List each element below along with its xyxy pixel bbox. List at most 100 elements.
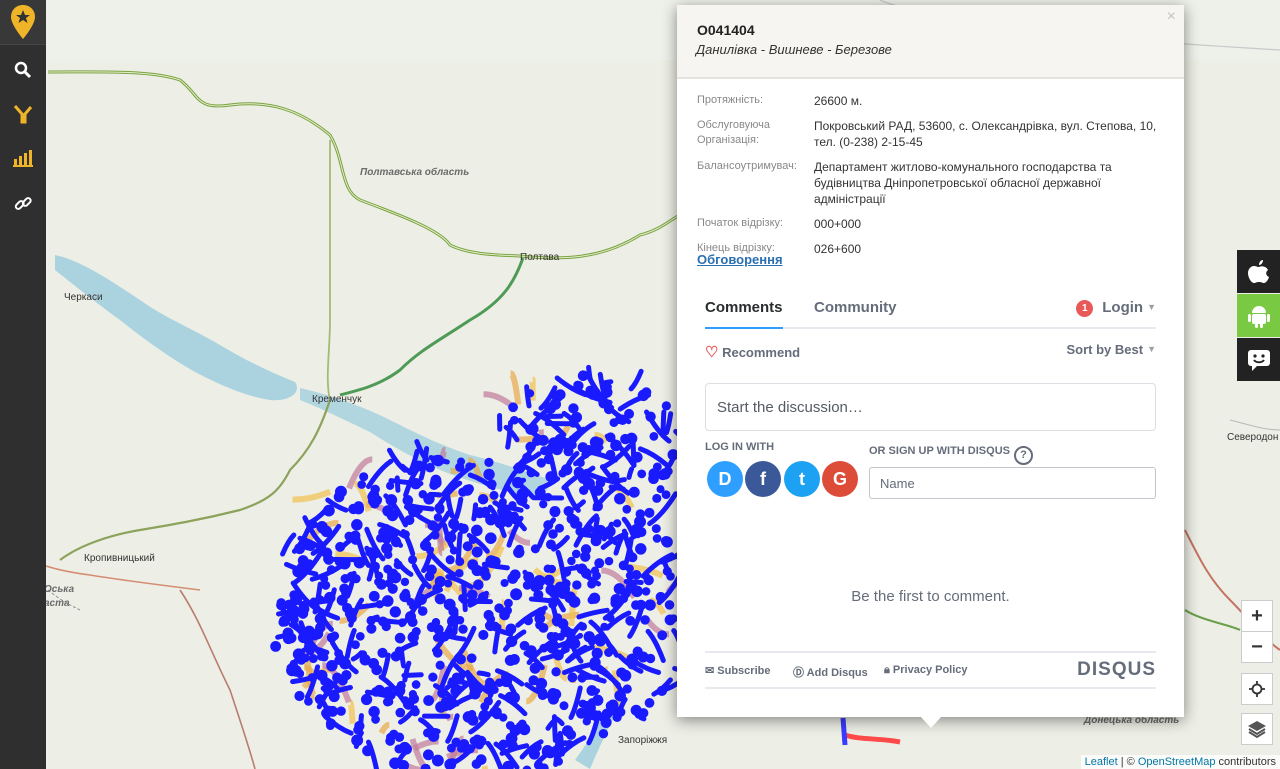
search-icon[interactable] [0, 48, 46, 92]
marker-star-icon[interactable] [0, 0, 46, 45]
road-point [543, 520, 554, 531]
disqus-logo[interactable]: DISQUS [1077, 659, 1156, 681]
road-point [509, 415, 519, 425]
road-point [390, 536, 402, 548]
road-point [645, 653, 656, 664]
road-point [548, 529, 558, 539]
road-point [440, 632, 450, 642]
android-icon[interactable] [1237, 294, 1280, 337]
twitter-login-icon[interactable]: t [784, 461, 820, 497]
road-point [444, 531, 457, 544]
road-point [308, 653, 318, 664]
road-segment [660, 409, 667, 439]
road-point [448, 606, 459, 617]
road-point [466, 589, 478, 601]
map-label-kremenchuk: Кременчук [312, 394, 362, 405]
road-point [605, 449, 616, 460]
road-point [446, 743, 456, 753]
link-icon[interactable] [0, 182, 46, 226]
road-point [286, 604, 299, 616]
road-point [462, 711, 475, 723]
road-point [434, 593, 446, 605]
road-point [360, 693, 373, 706]
road-point [478, 629, 489, 641]
locate-button[interactable] [1241, 673, 1273, 705]
feedback-icon[interactable] [1237, 338, 1280, 381]
road-point [600, 716, 612, 728]
help-icon[interactable]: ? [1013, 446, 1033, 465]
road-segment [555, 717, 565, 727]
road-point [612, 712, 622, 722]
road-point [321, 580, 331, 590]
road-point [408, 693, 420, 705]
road-point [304, 696, 313, 706]
subscribe-link[interactable]: ✉ Subscribe [705, 664, 770, 677]
road-point [370, 561, 380, 572]
tab-community[interactable]: Community [814, 299, 897, 316]
add-disqus-link[interactable]: Ⓓ Add Disqus [793, 664, 868, 680]
comment-input[interactable]: Start the discussion… [705, 383, 1156, 431]
login-menu[interactable]: 1 Login ▼ [1076, 299, 1156, 317]
road-point [662, 566, 672, 576]
road-point [500, 675, 513, 688]
filter-icon[interactable] [0, 92, 46, 136]
discussion-link[interactable]: Обговорення [697, 252, 783, 267]
road-point [328, 691, 340, 703]
tab-comments[interactable]: Comments [705, 299, 783, 316]
road-point [635, 543, 647, 555]
road-point [394, 732, 405, 742]
road-point [592, 571, 601, 581]
road-point [485, 555, 497, 567]
road-point [381, 621, 391, 632]
road-point [307, 673, 317, 682]
road-point [422, 728, 432, 738]
road-point [634, 708, 645, 720]
road-point [652, 462, 662, 472]
disqus-login-icon[interactable]: D [707, 461, 743, 497]
road-point [570, 518, 580, 529]
map-label-zaporizhzhia: Запоріжжя [618, 735, 668, 746]
road-point [631, 569, 642, 580]
road-segment [586, 364, 593, 383]
road-point [594, 558, 605, 569]
road-point [576, 458, 585, 468]
road-point [652, 493, 662, 503]
map-label-cherkasy: Черкаси [64, 292, 103, 303]
road-point [561, 567, 572, 577]
road-point [297, 555, 309, 566]
facebook-login-icon[interactable]: f [745, 461, 781, 497]
road-point [510, 588, 523, 601]
road-point [394, 632, 406, 644]
road-point [515, 544, 524, 554]
road-point [450, 686, 461, 696]
osm-link[interactable]: OpenStreetMap [1138, 756, 1216, 768]
recommend-button[interactable]: ♡ Recommend [705, 343, 800, 361]
apple-icon[interactable] [1237, 250, 1280, 293]
road-point [371, 715, 380, 724]
road-point [466, 653, 477, 664]
road-point [355, 631, 365, 641]
sort-dropdown[interactable]: Sort by Best ▼ [1067, 342, 1157, 357]
google-login-icon[interactable]: G [822, 461, 858, 497]
close-icon[interactable]: × [1167, 8, 1176, 26]
road-point [475, 754, 487, 765]
road-point [455, 654, 466, 665]
privacy-policy-link[interactable]: 🔒︎ Privacy Policy [884, 664, 968, 677]
leaflet-link[interactable]: Leaflet [1085, 756, 1118, 768]
road-point [444, 579, 453, 588]
road-point [387, 568, 399, 580]
road-point [423, 695, 435, 706]
road-point [320, 677, 329, 686]
road-point [381, 595, 394, 607]
road-point [614, 689, 626, 702]
road-point [587, 579, 597, 589]
road-point [657, 630, 668, 641]
layers-button[interactable] [1241, 713, 1273, 745]
zoom-out-button[interactable]: − [1241, 631, 1273, 663]
road-point [563, 446, 574, 457]
road-point [478, 709, 491, 722]
road-point [395, 707, 406, 718]
statistics-icon[interactable] [0, 136, 46, 180]
zoom-in-button[interactable]: + [1241, 600, 1273, 632]
name-field[interactable]: Name [869, 467, 1156, 499]
